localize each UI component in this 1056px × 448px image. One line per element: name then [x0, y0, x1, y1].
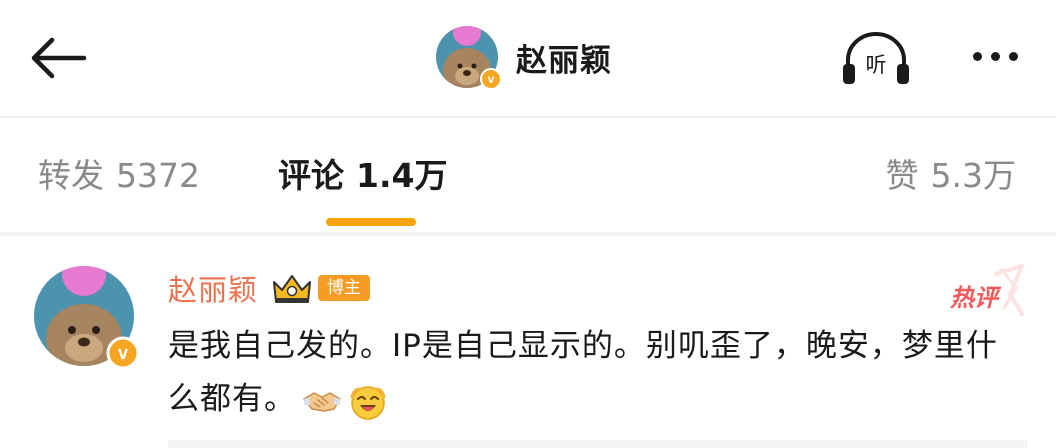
avatar[interactable]: v	[436, 26, 502, 90]
tab-comment-label: 评论	[278, 156, 344, 195]
tab-like-count: 5.3万	[930, 156, 1016, 195]
avatar[interactable]: v	[34, 266, 140, 370]
more-options-button[interactable]	[960, 34, 1030, 78]
back-button[interactable]	[22, 28, 92, 88]
page-title: 赵丽颖	[516, 42, 612, 79]
dot-icon	[990, 51, 1000, 61]
reply-preview-strip	[168, 440, 1028, 448]
headphones-icon: 听	[843, 32, 909, 84]
back-arrow-icon	[31, 37, 87, 79]
dot-icon	[1008, 51, 1018, 61]
tab-bar: 转发 5372 评论 1.4万 赞 5.3万	[0, 118, 1056, 232]
tab-repost-label: 转发	[38, 156, 104, 195]
svg-text:v: v	[118, 343, 128, 363]
verified-badge-icon: v	[106, 336, 140, 370]
comment-author[interactable]: 赵丽颖	[168, 267, 258, 309]
comment-text-content: 是我自己发的。IP是自己显示的。别叽歪了，晚安，梦里什么都有。	[168, 328, 998, 417]
tab-repost[interactable]: 转发 5372	[38, 156, 200, 196]
crown-icon	[273, 275, 312, 303]
handshake-emoji-icon	[303, 391, 341, 412]
comment-text: 是我自己发的。IP是自己显示的。别叽歪了，晚安，梦里什么都有。	[168, 320, 1028, 426]
tab-like[interactable]: 赞 5.3万	[886, 156, 1016, 196]
laughing-emoji-icon	[350, 385, 386, 420]
verified-badge-icon: v	[480, 68, 502, 90]
page-title-group[interactable]: v 赵丽颖	[436, 24, 612, 90]
tab-comment-count: 1.4万	[356, 156, 448, 195]
top-bar: v 赵丽颖 听	[0, 0, 1056, 116]
hot-comment-label: 热评	[950, 284, 998, 312]
active-tab-indicator	[326, 218, 416, 226]
hot-comment-badge: 热评	[946, 264, 1026, 318]
listen-button[interactable]: 听	[836, 30, 916, 90]
comment-header: 赵丽颖 博主	[168, 266, 371, 310]
tab-like-label: 赞	[885, 156, 919, 195]
tab-repost-count: 5372	[116, 156, 200, 195]
svg-text:听: 听	[866, 53, 887, 77]
svg-text:v: v	[488, 72, 495, 86]
blogger-badge: 博主	[318, 275, 371, 301]
tab-comment[interactable]: 评论 1.4万	[278, 156, 447, 196]
comment-item: v 赵丽颖 博主 热评 是我自己发的。IP是自己显示的。别叽歪了，晚安，梦里什么…	[0, 236, 1056, 448]
dot-icon	[972, 51, 982, 61]
